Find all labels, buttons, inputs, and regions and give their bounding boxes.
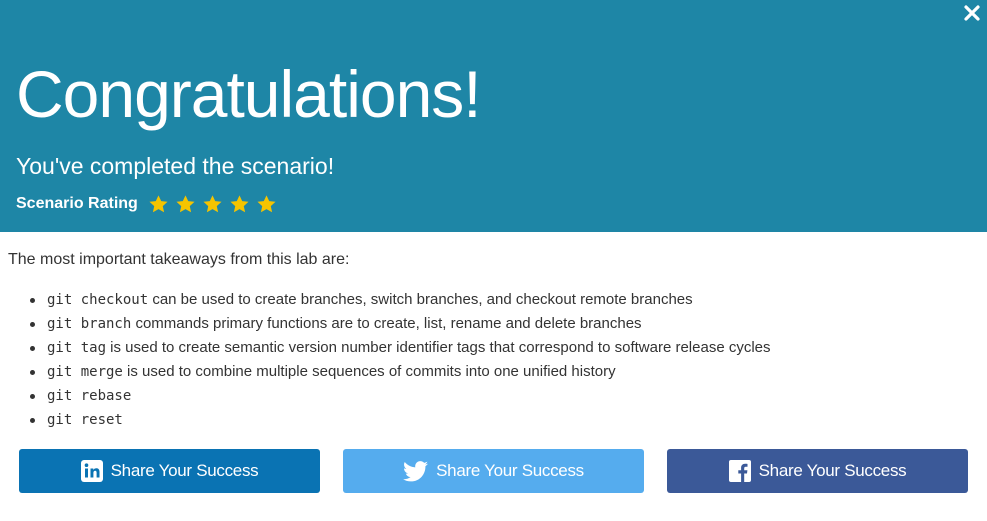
twitter-icon [403, 460, 429, 481]
takeaway-command: git branch [47, 316, 132, 332]
star-icon [149, 194, 168, 212]
takeaway-text: is used to combine multiple sequences of… [122, 363, 616, 380]
bullet-icon [30, 346, 35, 351]
bullet-icon [30, 418, 35, 423]
takeaway-command: git rebase [47, 388, 132, 404]
linkedin-icon [80, 460, 103, 482]
takeaway-item: git tag is used to create semantic versi… [28, 336, 771, 360]
bullet-icon [30, 298, 35, 303]
takeaway-command: git tag [47, 340, 107, 356]
star-icon [257, 194, 276, 212]
takeaway-text: commands primary functions are to create… [131, 315, 642, 332]
rating-stars [148, 194, 277, 215]
share-facebook-label: Share Your Success [758, 461, 907, 480]
share-facebook-button[interactable]: Share Your Success [667, 449, 968, 493]
takeaway-item: git branch commands primary functions ar… [28, 312, 771, 336]
completion-modal: Congratulations! You've completed the sc… [0, 0, 987, 521]
scenario-rating: Scenario Rating [16, 192, 277, 216]
star-icon [203, 194, 222, 212]
share-linkedin-button[interactable]: Share Your Success [19, 449, 320, 493]
bullet-icon [30, 370, 35, 375]
takeaway-text: is used to create semantic version numbe… [106, 339, 771, 356]
bullet-icon [30, 394, 35, 399]
takeaways-list: git checkout can be used to create branc… [28, 288, 771, 432]
facebook-icon [728, 460, 751, 482]
takeaway-item: git rebase [28, 384, 771, 408]
takeaway-item: git merge is used to combine multiple se… [28, 360, 771, 384]
takeaway-text: can be used to create branches, switch b… [148, 291, 693, 308]
share-linkedin-label: Share Your Success [110, 461, 259, 480]
takeaway-command: git reset [47, 412, 123, 428]
takeaway-item: git reset [28, 408, 771, 432]
takeaway-item: git checkout can be used to create branc… [28, 288, 771, 312]
bullet-icon [30, 322, 35, 327]
page-title: Congratulations! [16, 57, 482, 131]
share-twitter-button[interactable]: Share Your Success [343, 449, 644, 493]
rating-label: Scenario Rating [16, 195, 138, 212]
takeaway-command: git merge [47, 364, 123, 380]
star-icon [230, 194, 249, 212]
close-icon[interactable] [961, 2, 983, 24]
close-button[interactable] [961, 2, 983, 24]
takeaways-intro: The most important takeaways from this l… [8, 251, 350, 268]
star-icon [176, 194, 195, 212]
modal-header: Congratulations! You've completed the sc… [0, 0, 987, 232]
takeaway-command: git checkout [47, 292, 149, 308]
share-twitter-label: Share Your Success [436, 461, 584, 480]
completion-subtitle: You've completed the scenario! [16, 153, 335, 179]
